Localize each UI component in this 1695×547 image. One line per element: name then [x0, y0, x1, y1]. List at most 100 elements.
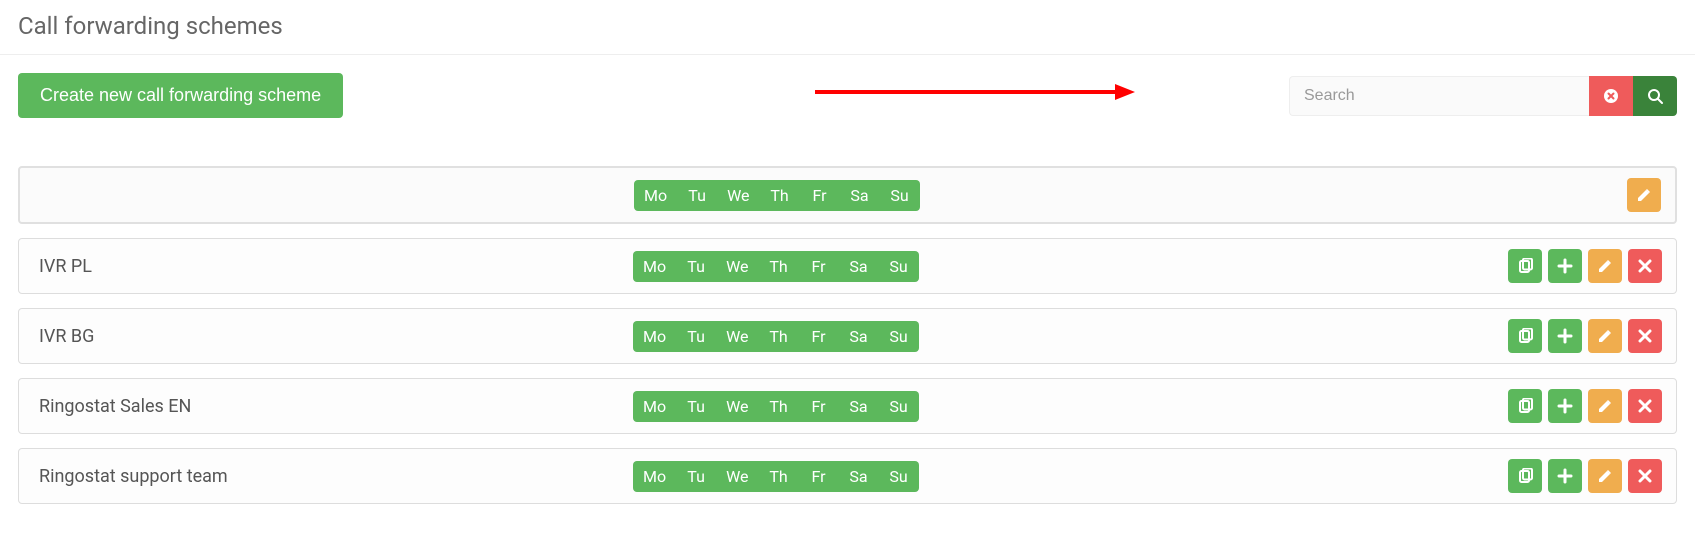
edit-scheme-button[interactable] [1588, 459, 1622, 493]
copy-scheme-button[interactable] [1508, 319, 1542, 353]
day-label: Fr [799, 461, 839, 492]
row-actions [1627, 178, 1661, 212]
day-label: Fr [800, 180, 840, 211]
scheme-row: IVR PLMoTuWeThFrSaSu [18, 238, 1677, 294]
edit-scheme-button[interactable] [1627, 178, 1661, 212]
edit-scheme-button[interactable] [1588, 319, 1622, 353]
days-badge: MoTuWeThFrSaSu [634, 180, 920, 211]
day-label: We [716, 391, 758, 422]
copy-scheme-button[interactable] [1508, 389, 1542, 423]
edit-scheme-button[interactable] [1588, 389, 1622, 423]
day-label: Tu [677, 180, 717, 211]
day-label: Sa [839, 321, 879, 352]
delete-icon [1637, 398, 1653, 414]
day-label: Su [879, 251, 919, 282]
annotation-arrow [815, 80, 1135, 104]
day-label: Th [759, 391, 799, 422]
day-label: Sa [839, 391, 879, 422]
search-icon [1647, 88, 1663, 104]
days-badge: MoTuWeThFrSaSu [633, 391, 919, 422]
delete-icon [1637, 328, 1653, 344]
scheme-row: MoTuWeThFrSaSu [18, 166, 1677, 224]
page-header: Call forwarding schemes [0, 0, 1695, 55]
scheme-name: IVR PL [33, 256, 633, 277]
delete-scheme-button[interactable] [1628, 319, 1662, 353]
copy-scheme-button[interactable] [1508, 249, 1542, 283]
day-label: Tu [676, 461, 716, 492]
day-label: We [716, 461, 758, 492]
edit-scheme-button[interactable] [1588, 249, 1622, 283]
schemes-list: MoTuWeThFrSaSuIVR PLMoTuWeThFrSaSuIVR BG… [0, 128, 1695, 522]
day-label: Sa [840, 180, 880, 211]
add-scheme-button[interactable] [1548, 459, 1582, 493]
day-label: Th [759, 461, 799, 492]
day-label: Sa [839, 461, 879, 492]
plus-icon [1557, 328, 1573, 344]
scheme-row: Ringostat support teamMoTuWeThFrSaSu [18, 448, 1677, 504]
delete-icon [1637, 258, 1653, 274]
day-label: Su [879, 321, 919, 352]
row-actions [1508, 389, 1662, 423]
day-label: Su [880, 180, 920, 211]
scheme-name: Ringostat Sales EN [33, 396, 633, 417]
delete-scheme-button[interactable] [1628, 249, 1662, 283]
day-label: Th [760, 180, 800, 211]
day-label: Mo [634, 180, 677, 211]
delete-scheme-button[interactable] [1628, 459, 1662, 493]
toolbar: Create new call forwarding scheme [0, 55, 1695, 128]
row-actions [1508, 459, 1662, 493]
search-button[interactable] [1633, 76, 1677, 116]
pencil-icon [1597, 258, 1613, 274]
pencil-icon [1597, 398, 1613, 414]
day-label: We [717, 180, 759, 211]
copy-scheme-button[interactable] [1508, 459, 1542, 493]
add-scheme-button[interactable] [1548, 249, 1582, 283]
plus-icon [1557, 258, 1573, 274]
day-label: Tu [676, 251, 716, 282]
scheme-row: Ringostat Sales ENMoTuWeThFrSaSu [18, 378, 1677, 434]
delete-scheme-button[interactable] [1628, 389, 1662, 423]
day-label: Fr [799, 321, 839, 352]
day-label: Fr [799, 391, 839, 422]
add-scheme-button[interactable] [1548, 319, 1582, 353]
plus-icon [1557, 468, 1573, 484]
days-badge: MoTuWeThFrSaSu [633, 461, 919, 492]
clear-search-button[interactable] [1589, 76, 1633, 116]
scheme-name: Ringostat support team [33, 466, 633, 487]
add-scheme-button[interactable] [1548, 389, 1582, 423]
day-label: Th [759, 321, 799, 352]
day-label: Fr [799, 251, 839, 282]
copy-icon [1517, 258, 1533, 274]
row-actions [1508, 319, 1662, 353]
days-badge: MoTuWeThFrSaSu [633, 251, 919, 282]
day-label: We [716, 321, 758, 352]
create-scheme-button[interactable]: Create new call forwarding scheme [18, 73, 343, 118]
day-label: Su [879, 391, 919, 422]
day-label: Mo [633, 251, 676, 282]
close-circle-icon [1603, 88, 1619, 104]
day-label: Th [759, 251, 799, 282]
day-label: Mo [633, 321, 676, 352]
pencil-icon [1597, 468, 1613, 484]
day-label: We [716, 251, 758, 282]
pencil-icon [1597, 328, 1613, 344]
plus-icon [1557, 398, 1573, 414]
copy-icon [1517, 398, 1533, 414]
page-title: Call forwarding schemes [18, 12, 1677, 40]
scheme-name: IVR BG [33, 326, 633, 347]
scheme-row: IVR BGMoTuWeThFrSaSu [18, 308, 1677, 364]
day-label: Tu [676, 321, 716, 352]
copy-icon [1517, 328, 1533, 344]
day-label: Su [879, 461, 919, 492]
search-input[interactable] [1289, 76, 1589, 116]
search-group [1289, 76, 1677, 116]
day-label: Sa [839, 251, 879, 282]
day-label: Tu [676, 391, 716, 422]
copy-icon [1517, 468, 1533, 484]
row-actions [1508, 249, 1662, 283]
day-label: Mo [633, 461, 676, 492]
day-label: Mo [633, 391, 676, 422]
delete-icon [1637, 468, 1653, 484]
days-badge: MoTuWeThFrSaSu [633, 321, 919, 352]
pencil-icon [1636, 187, 1652, 203]
